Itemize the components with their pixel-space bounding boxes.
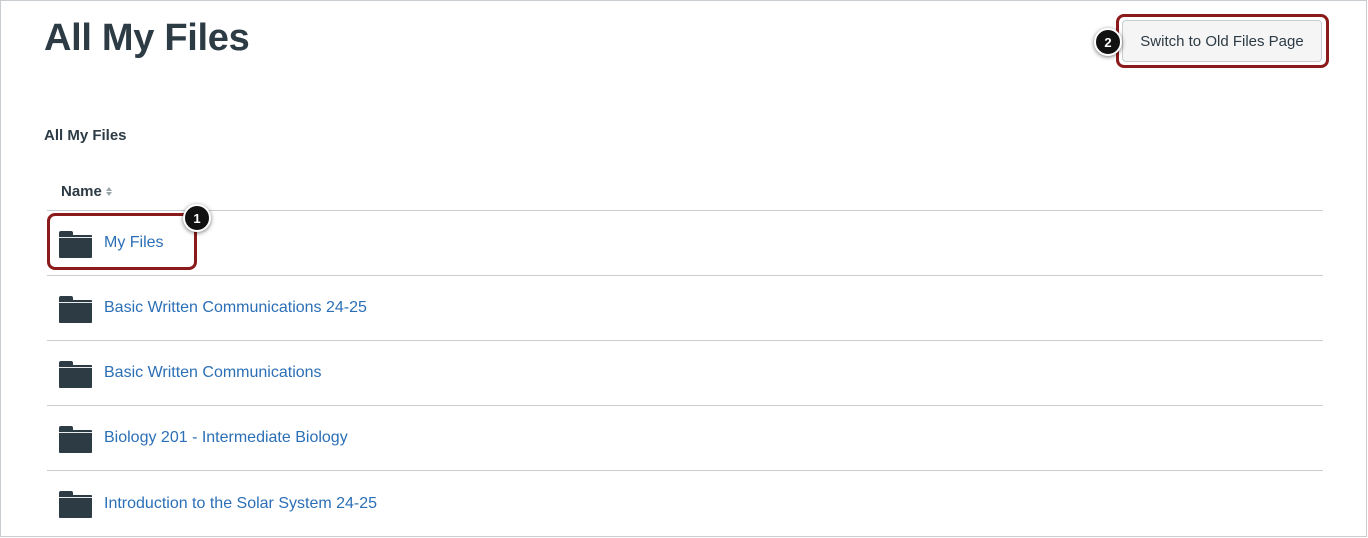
folder-icon [59,295,92,323]
name-column-header[interactable]: Name [61,183,112,200]
table-header: Name [47,173,1323,211]
callout-badge-1: 1 [183,204,211,232]
folder-icon [59,360,92,388]
table-row[interactable]: Biology 201 - Intermediate Biology [47,406,1323,471]
files-page: All My Files Switch to Old Files Page 2 … [0,0,1367,537]
callout-highlight-switch-button [1116,14,1329,68]
folder-icon [59,491,92,518]
page-title: All My Files [44,17,250,59]
table-row[interactable]: My Files [47,211,1323,276]
folder-link[interactable]: Basic Written Communications 24-25 [104,299,367,317]
folder-link[interactable]: Basic Written Communications [104,364,322,382]
table-row[interactable]: Basic Written Communications [47,341,1323,406]
callout-highlight-my-files [47,213,197,270]
name-column-label: Name [61,183,102,200]
folder-icon [59,425,92,453]
callout-badge-2: 2 [1094,28,1122,56]
table-row[interactable]: Basic Written Communications 24-25 [47,276,1323,341]
folder-list: My Files Basic Written Communications 24… [47,211,1323,536]
table-row[interactable]: Introduction to the Solar System 24-25 [47,471,1323,536]
sort-icon[interactable] [105,187,112,196]
folder-link[interactable]: Biology 201 - Intermediate Biology [104,429,348,447]
breadcrumb: All My Files [44,127,127,144]
folder-link[interactable]: Introduction to the Solar System 24-25 [104,495,377,513]
